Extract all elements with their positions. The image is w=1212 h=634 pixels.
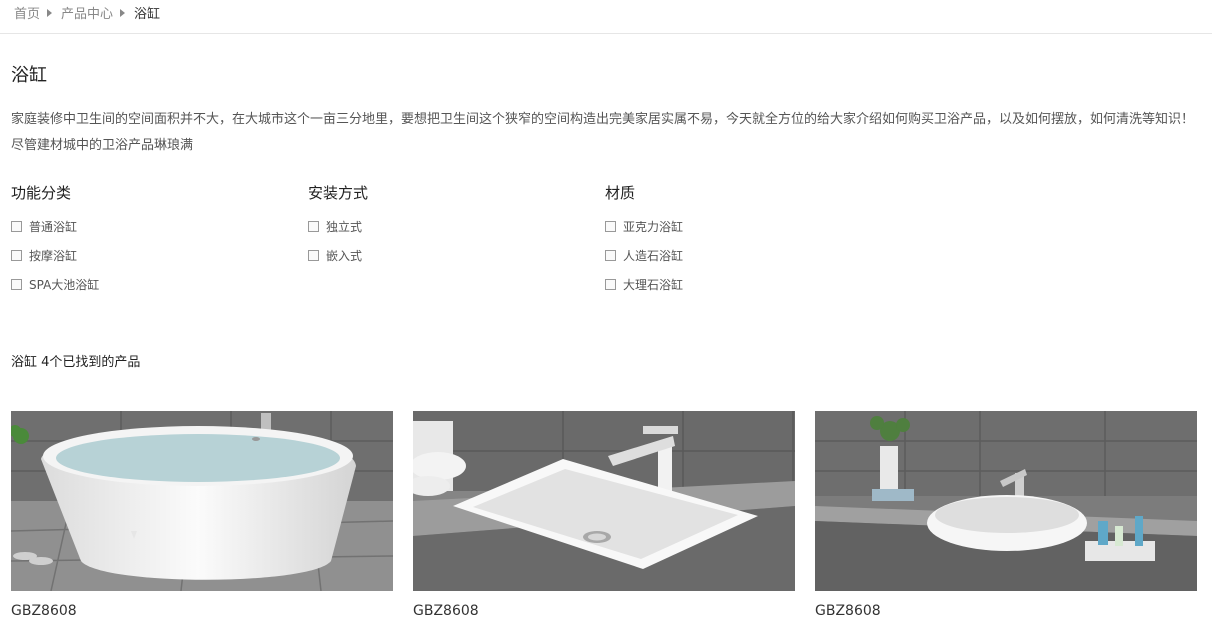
filter-option[interactable]: 普通浴缸 <box>11 212 308 241</box>
product-card[interactable]: GBZ8608 <box>815 411 1197 619</box>
checkbox[interactable] <box>605 279 616 290</box>
filter-option[interactable]: 独立式 <box>308 212 605 241</box>
filter-option[interactable]: 亚克力浴缸 <box>605 212 902 241</box>
breadcrumb-home[interactable]: 首页 <box>14 3 40 22</box>
product-image-bathtub[interactable] <box>11 411 393 591</box>
checkbox[interactable] <box>11 221 22 232</box>
checkbox[interactable] <box>308 250 319 261</box>
filter-option-label: 大理石浴缸 <box>623 278 684 292</box>
filter-group-material: 材质 亚克力浴缸 人造石浴缸 大理石浴缸 <box>605 183 902 299</box>
checkbox[interactable] <box>11 250 22 261</box>
filter-heading: 材质 <box>605 184 636 202</box>
breadcrumb-current: 浴缸 <box>134 7 161 22</box>
breadcrumb-separator-icon <box>47 8 53 17</box>
filter-option-label: 按摩浴缸 <box>29 249 78 263</box>
filter-option[interactable]: 嵌入式 <box>308 241 605 270</box>
product-name[interactable]: GBZ8608 <box>413 603 795 619</box>
product-grid: GBZ8608 GBZ8608 GBZ8608 <box>11 411 1201 619</box>
page-title: 浴缸 <box>11 65 47 86</box>
filter-group-function: 功能分类 普通浴缸 按摩浴缸 SPA大池浴缸 <box>11 183 308 299</box>
breadcrumb: 首页 产品中心 浴缸 <box>0 0 1212 34</box>
result-count: 浴缸 4个已找到的产品 <box>11 355 141 370</box>
filter-group-install: 安装方式 独立式 嵌入式 <box>308 183 605 299</box>
filter-option-label: 亚克力浴缸 <box>623 220 684 234</box>
checkbox[interactable] <box>11 279 22 290</box>
filter-heading: 安装方式 <box>308 184 369 202</box>
product-image-basin[interactable] <box>413 411 795 591</box>
filter-option[interactable]: 大理石浴缸 <box>605 270 902 299</box>
category-description: 家庭装修中卫生间的空间面积并不大，在大城市这个一亩三分地里，要想把卫生间这个狭窄… <box>11 112 1195 153</box>
filter-option-label: SPA大池浴缸 <box>29 278 100 292</box>
filter-option[interactable]: 人造石浴缸 <box>605 241 902 270</box>
product-card[interactable]: GBZ8608 <box>11 411 393 619</box>
breadcrumb-separator-icon <box>120 8 126 17</box>
product-name[interactable]: GBZ8608 <box>11 603 393 619</box>
checkbox[interactable] <box>605 250 616 261</box>
product-card[interactable]: GBZ8608 <box>413 411 795 619</box>
checkbox[interactable] <box>308 221 319 232</box>
breadcrumb-category[interactable]: 产品中心 <box>61 3 113 22</box>
filter-option[interactable]: 按摩浴缸 <box>11 241 308 270</box>
filter-option[interactable]: SPA大池浴缸 <box>11 270 308 299</box>
product-image-oval-basin[interactable] <box>815 411 1197 591</box>
filter-option-label: 独立式 <box>326 220 363 234</box>
product-name[interactable]: GBZ8608 <box>815 603 1197 619</box>
filter-heading: 功能分类 <box>11 184 72 202</box>
filter-panel: 功能分类 普通浴缸 按摩浴缸 SPA大池浴缸 安装方式 独立式 嵌入式 材质 亚… <box>11 183 1201 299</box>
filter-option-label: 嵌入式 <box>326 249 363 263</box>
checkbox[interactable] <box>605 221 616 232</box>
filter-option-label: 人造石浴缸 <box>623 249 684 263</box>
filter-option-label: 普通浴缸 <box>29 220 78 234</box>
